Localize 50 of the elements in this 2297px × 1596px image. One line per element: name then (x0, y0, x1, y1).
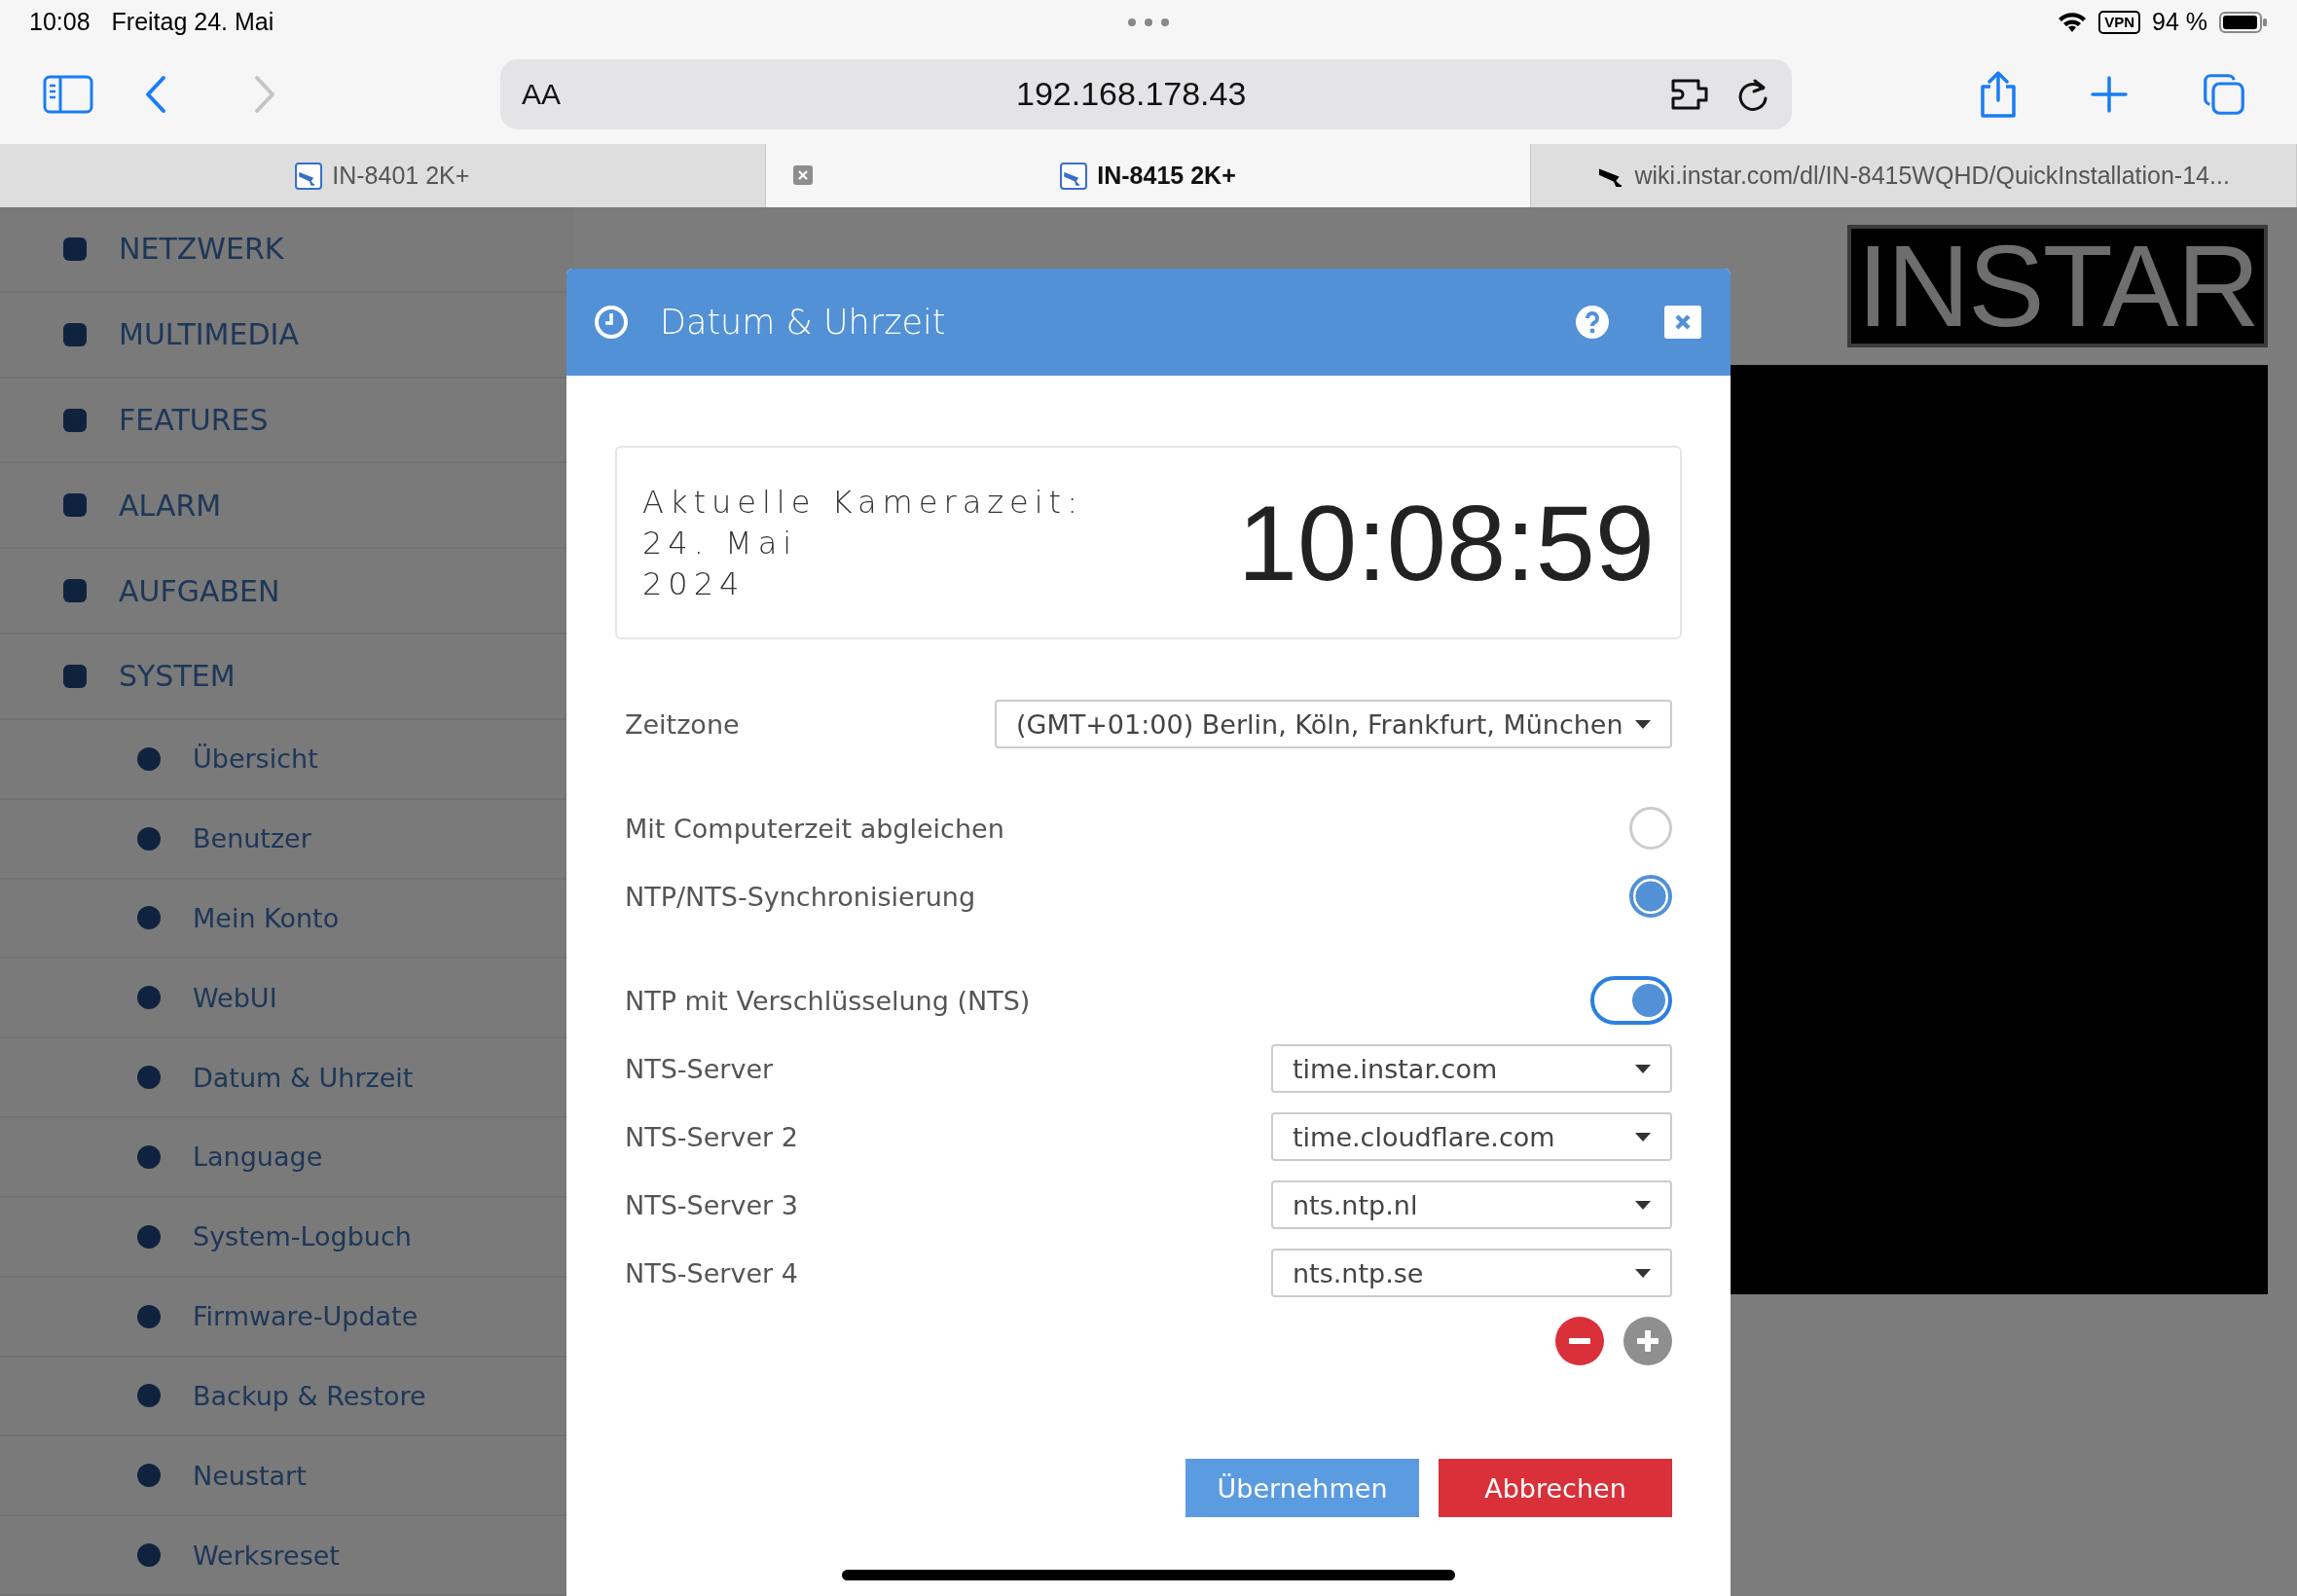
server-select[interactable]: time.instar.com (1271, 1044, 1672, 1093)
option-label: Mit Computerzeit abgleichen (625, 813, 1004, 844)
timezone-select[interactable]: (GMT+01:00) Berlin, Köln, Frankfurt, München (995, 700, 1672, 748)
option-label: NTP mit Verschlüsselung (NTS) (625, 985, 1031, 1016)
close-icon[interactable] (1664, 306, 1701, 339)
radio-button[interactable] (1629, 875, 1672, 918)
browser-tab[interactable]: IN-8415 2K+ (765, 144, 1532, 207)
caret-icon (1635, 719, 1651, 729)
server-select[interactable]: nts.ntp.se (1271, 1249, 1672, 1297)
battery-percent: 94 % (2152, 8, 2207, 36)
caret-icon (1635, 1268, 1651, 1278)
address-bar[interactable]: AA 192.168.178.43 (500, 58, 1792, 129)
field-label: NTS-Server 2 (625, 1121, 798, 1152)
help-icon[interactable] (1575, 305, 1610, 340)
cancel-button[interactable]: Abbrechen (1439, 1459, 1672, 1517)
field-label: Zeitzone (625, 708, 740, 740)
add-button[interactable] (1623, 1317, 1672, 1365)
server-select[interactable]: time.cloudflare.com (1271, 1112, 1672, 1161)
date-text: Freitag 24. Mai (111, 8, 274, 36)
field-label: NTS-Server 4 (625, 1257, 798, 1288)
dialog-title: Datum & Uhrzeit (660, 303, 946, 342)
logo: INSTAR (1847, 225, 2268, 347)
clock-time: 10:08 (29, 8, 91, 36)
url-text: 192.168.178.43 (1016, 75, 1247, 113)
wifi-icon (2058, 11, 2088, 33)
server-select[interactable]: nts.ntp.nl (1271, 1180, 1672, 1229)
camera-time: 10:08:59 (1237, 482, 1655, 604)
remove-button[interactable] (1555, 1317, 1604, 1365)
radio-button[interactable] (1629, 807, 1672, 850)
camera-icon (295, 162, 323, 190)
caret-icon (1635, 1132, 1651, 1142)
date-text: 24. Mai (642, 524, 799, 562)
camera-icon (1060, 162, 1088, 190)
clock-icon (594, 305, 629, 340)
back-icon[interactable] (144, 74, 167, 114)
toggle-switch[interactable] (1590, 976, 1672, 1025)
text-size-button[interactable]: AA (522, 77, 562, 111)
field-label: NTS-Server 3 (625, 1189, 798, 1220)
battery-icon (2219, 11, 2268, 33)
vpn-badge: VPN (2098, 10, 2140, 34)
field-label: NTS-Server (625, 1053, 774, 1084)
apply-button[interactable]: Übernehmen (1185, 1459, 1419, 1517)
more-icon[interactable] (1127, 18, 1170, 27)
plus-icon[interactable] (2090, 74, 2129, 114)
time-label: Aktuelle Kamerazeit: (642, 483, 1083, 521)
option-label: NTP/NTS-Synchronisierung (625, 881, 976, 912)
caret-icon (1635, 1200, 1651, 1210)
year-text: 2024 (642, 564, 747, 602)
close-icon[interactable] (792, 165, 813, 185)
caret-icon (1635, 1064, 1651, 1073)
